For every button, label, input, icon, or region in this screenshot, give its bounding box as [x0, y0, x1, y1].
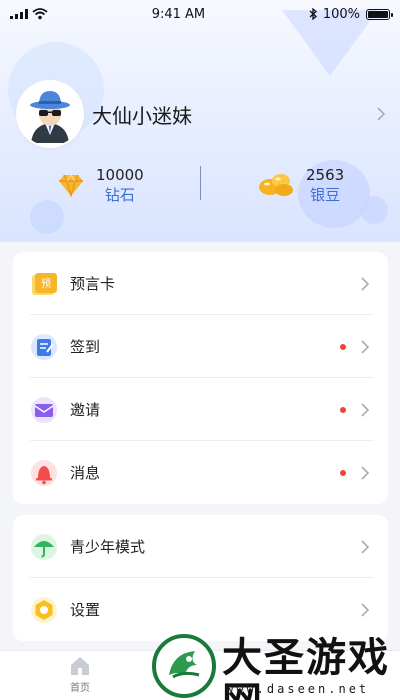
- invite-icon: [30, 396, 58, 424]
- chevron-right-icon: [356, 338, 374, 356]
- status-bar: 9:41 AM 100%: [0, 0, 400, 28]
- home-icon: [71, 657, 89, 675]
- menu-item-invite[interactable]: 邀请: [13, 378, 388, 441]
- tab-home[interactable]: 首页: [60, 655, 100, 694]
- diamond-icon: [59, 174, 83, 197]
- menu-item-label: 青少年模式: [70, 538, 146, 556]
- gold-beans-icon: [259, 174, 293, 196]
- chevron-right-icon[interactable]: [372, 105, 390, 123]
- cellular-signal-icon: [10, 9, 28, 19]
- menu-item-sign-in[interactable]: 签到: [13, 315, 388, 378]
- umbrella-icon: [30, 533, 58, 561]
- profile-row[interactable]: 大仙小迷妹: [18, 82, 390, 146]
- silver-stat[interactable]: 2563 银豆: [258, 160, 344, 210]
- settings-icon: [30, 596, 58, 624]
- site-watermark: 大圣游戏网 www.daseen.net: [150, 632, 400, 700]
- notification-dot: [340, 406, 346, 413]
- menu-item-label: 设置: [70, 601, 101, 619]
- detective-avatar-icon: [30, 91, 70, 143]
- avatar[interactable]: [18, 82, 82, 146]
- bluetooth-icon: [309, 8, 317, 20]
- menu-item-messages[interactable]: 消息: [13, 441, 388, 504]
- stats-row: 10000 钻石 2563 银豆: [0, 160, 400, 210]
- menu-item-teen-mode[interactable]: 青少年模式: [13, 515, 388, 578]
- diamond-stat[interactable]: 10000 钻石: [58, 160, 144, 210]
- chevron-right-icon: [356, 464, 374, 482]
- svg-text:预: 预: [41, 278, 51, 290]
- chevron-right-icon: [356, 601, 374, 619]
- menu-item-prophecy-card[interactable]: 预 预言卡: [13, 252, 388, 315]
- prophecy-card-icon: 预: [30, 270, 58, 298]
- menu-item-label: 邀请: [70, 401, 101, 419]
- notification-dot: [340, 469, 346, 476]
- silver-label: 银豆: [310, 186, 341, 204]
- status-time: 9:41 AM: [151, 6, 206, 22]
- bell-icon: [30, 459, 58, 487]
- watermark-url: www.daseen.net: [226, 682, 370, 696]
- menu-card-primary: 预 预言卡 签到 邀请 消息: [13, 252, 388, 504]
- chevron-right-icon: [356, 401, 374, 419]
- sign-in-icon: [30, 333, 58, 361]
- silver-count: 2563: [306, 166, 345, 184]
- diamond-label: 钻石: [104, 186, 135, 204]
- chevron-right-icon: [356, 275, 374, 293]
- chevron-right-icon: [356, 538, 374, 556]
- menu-item-label: 消息: [70, 464, 101, 482]
- battery-icon: [365, 8, 393, 20]
- menu-card-secondary: 青少年模式 设置: [13, 515, 388, 641]
- username: 大仙小迷妹: [92, 103, 192, 128]
- menu-item-label: 预言卡: [70, 275, 116, 293]
- menu-item-label: 签到: [70, 338, 101, 356]
- diamond-count: 10000: [96, 166, 144, 184]
- tab-home-label: 首页: [70, 683, 90, 694]
- stats-divider: [200, 166, 201, 200]
- watermark-logo-icon: [152, 634, 216, 698]
- battery-percentage: 100%: [322, 6, 360, 22]
- wifi-icon: [32, 8, 48, 20]
- notification-dot: [340, 343, 346, 350]
